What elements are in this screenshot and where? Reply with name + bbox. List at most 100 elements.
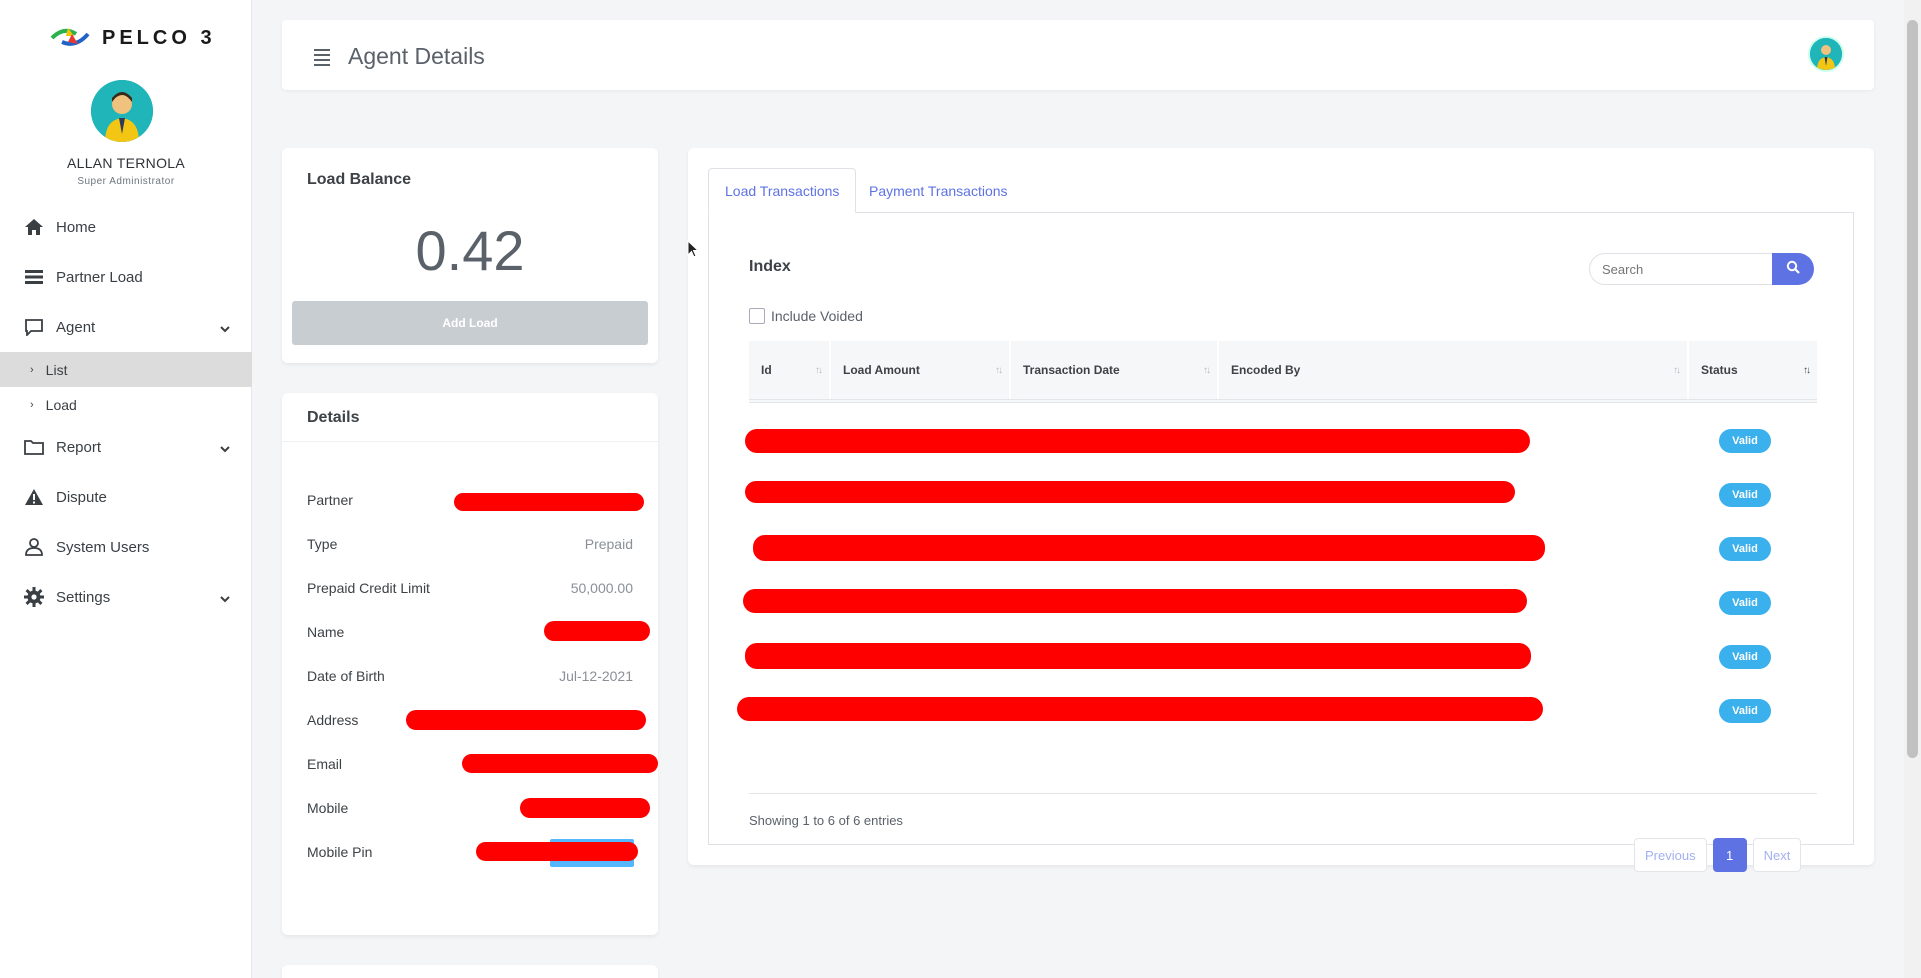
detail-label: Mobile Pin (307, 844, 373, 860)
page-title: Agent Details (348, 43, 485, 69)
table-row[interactable]: Valid (737, 683, 1817, 737)
redaction-mark (745, 429, 1530, 453)
mouse-cursor-icon (687, 239, 700, 262)
sidebar-item-label: Report (56, 438, 102, 456)
brand-name: PELCO 3 (102, 26, 216, 49)
load-balance-title: Load Balance (307, 171, 412, 188)
search-input[interactable] (1589, 253, 1774, 285)
tab-pane: Index Include Voided Id↑↓ Load Amount↑↓ … (708, 213, 1854, 872)
avatar[interactable] (91, 80, 153, 142)
redaction-mark (406, 710, 646, 730)
detail-value: Jul-12-2021 (559, 668, 633, 684)
redaction-mark (544, 621, 650, 641)
index-title: Index (749, 258, 791, 275)
sidebar-nav: Home Partner Load Agent › List › Load Re… (0, 202, 252, 622)
brand[interactable]: PELCO 3 (48, 22, 216, 54)
search-icon (1786, 260, 1800, 278)
detail-label: Email (307, 756, 343, 772)
detail-row-dob: Date of Birth Jul-12-2021 (307, 654, 633, 698)
user-icon (22, 536, 46, 558)
header-avatar[interactable] (1808, 36, 1844, 72)
redaction-mark (476, 842, 638, 861)
sidebar-item-label: Dispute (56, 488, 107, 506)
include-voided-checkbox[interactable] (749, 308, 765, 324)
load-balance-value: 0.42 (415, 219, 525, 282)
sidebar-subitem-label: List (45, 361, 68, 378)
sidebar-item-label: Agent (56, 318, 96, 336)
table-row[interactable]: Valid (745, 629, 1817, 683)
column-header-load-amount[interactable]: Load Amount ↑↓ (831, 341, 1011, 399)
table-row[interactable]: Valid (745, 467, 1817, 521)
list-icon (22, 266, 46, 288)
column-header-status[interactable]: Status ↑↓ (1689, 341, 1817, 399)
tab-load-transactions[interactable]: Load Transactions (708, 168, 857, 213)
redaction-mark (753, 535, 1545, 561)
table-bottom-border (749, 793, 1817, 794)
previous-page-button[interactable]: Previous (1634, 838, 1707, 872)
sidebar-item-report[interactable]: Report (0, 422, 252, 472)
sidebar-item-label: Partner Load (56, 268, 143, 286)
search-button[interactable] (1772, 253, 1814, 285)
redaction-mark (462, 754, 658, 773)
tab-payment-transactions[interactable]: Payment Transactions (853, 168, 1024, 213)
page-scrollbar[interactable] (1904, 0, 1921, 978)
sidebar-item-settings[interactable]: Settings (0, 572, 252, 622)
redaction-mark (454, 493, 644, 511)
chevron-right-icon: › (30, 363, 34, 376)
sidebar-item-dispute[interactable]: Dispute (0, 472, 252, 522)
page-header: Agent Details (282, 20, 1874, 90)
chat-icon (22, 316, 46, 338)
status-badge: Valid (1719, 591, 1771, 615)
column-header-id[interactable]: Id ↑↓ (749, 341, 831, 399)
user-name: ALLAN TERNOLA (66, 155, 186, 171)
transactions-card: Load Transactions Payment Transactions I… (688, 148, 1874, 872)
detail-value: 50,000.00 (570, 580, 633, 596)
details-card: Details Partner Type Prepaid Prepaid Cre… (282, 393, 658, 935)
sidebar-subitem-load[interactable]: › Load (0, 387, 252, 422)
sidebar-item-agent[interactable]: Agent (0, 302, 252, 352)
pagination: Previous 1 Next (1634, 838, 1807, 872)
entries-info: Showing 1 to 6 of 6 entries (749, 813, 903, 828)
redaction-mark (737, 697, 1543, 721)
divider (282, 441, 658, 442)
table-row[interactable]: Valid (743, 575, 1817, 629)
scrollbar-thumb[interactable] (1907, 20, 1918, 758)
sort-icon: ↑↓ (815, 365, 823, 376)
gear-icon (22, 586, 46, 608)
detail-label: Type (307, 536, 338, 552)
sidebar-item-system-users[interactable]: System Users (0, 522, 252, 572)
detail-value: Prepaid (584, 536, 633, 552)
chevron-down-icon (220, 440, 230, 457)
sort-icon: ↑↓ (1673, 365, 1681, 376)
next-page-button[interactable]: Next (1752, 838, 1802, 872)
status-badge: Valid (1719, 429, 1771, 453)
sidebar-subitem-list[interactable]: › List (0, 352, 252, 387)
folder-icon (22, 436, 46, 458)
redaction-mark (520, 798, 650, 818)
sidebar-item-label: Home (56, 218, 97, 236)
details-title: Details (307, 409, 360, 426)
table-row[interactable]: Valid (745, 413, 1817, 467)
chevron-down-icon (220, 590, 230, 607)
sort-icon: ↑↓ (1803, 365, 1811, 376)
status-badge: Valid (1719, 699, 1771, 723)
warning-icon (22, 486, 46, 508)
detail-label: Address (307, 712, 359, 728)
status-badge: Valid (1719, 483, 1771, 507)
add-load-button[interactable]: Add Load (292, 301, 648, 345)
detail-row-type: Type Prepaid (307, 522, 633, 566)
column-header-encoded-by[interactable]: Encoded By ↑↓ (1219, 341, 1689, 399)
detail-label: Prepaid Credit Limit (307, 580, 430, 596)
table-row[interactable]: Valid (749, 521, 1817, 575)
detail-label: Partner (307, 492, 353, 508)
sidebar-item-home[interactable]: Home (0, 202, 252, 252)
sidebar: PELCO 3 ALLAN TERNOLA Super Administrato… (0, 0, 252, 978)
include-voided[interactable]: Include Voided (749, 308, 863, 324)
sidebar-item-label: System Users (56, 538, 150, 556)
sidebar-item-partner-load[interactable]: Partner Load (0, 252, 252, 302)
page-1-button[interactable]: 1 (1712, 838, 1747, 872)
redaction-mark (743, 589, 1527, 613)
column-header-transaction-date[interactable]: Transaction Date ↑↓ (1011, 341, 1219, 399)
detail-label: Mobile (307, 800, 349, 816)
menu-icon[interactable] (314, 49, 330, 69)
